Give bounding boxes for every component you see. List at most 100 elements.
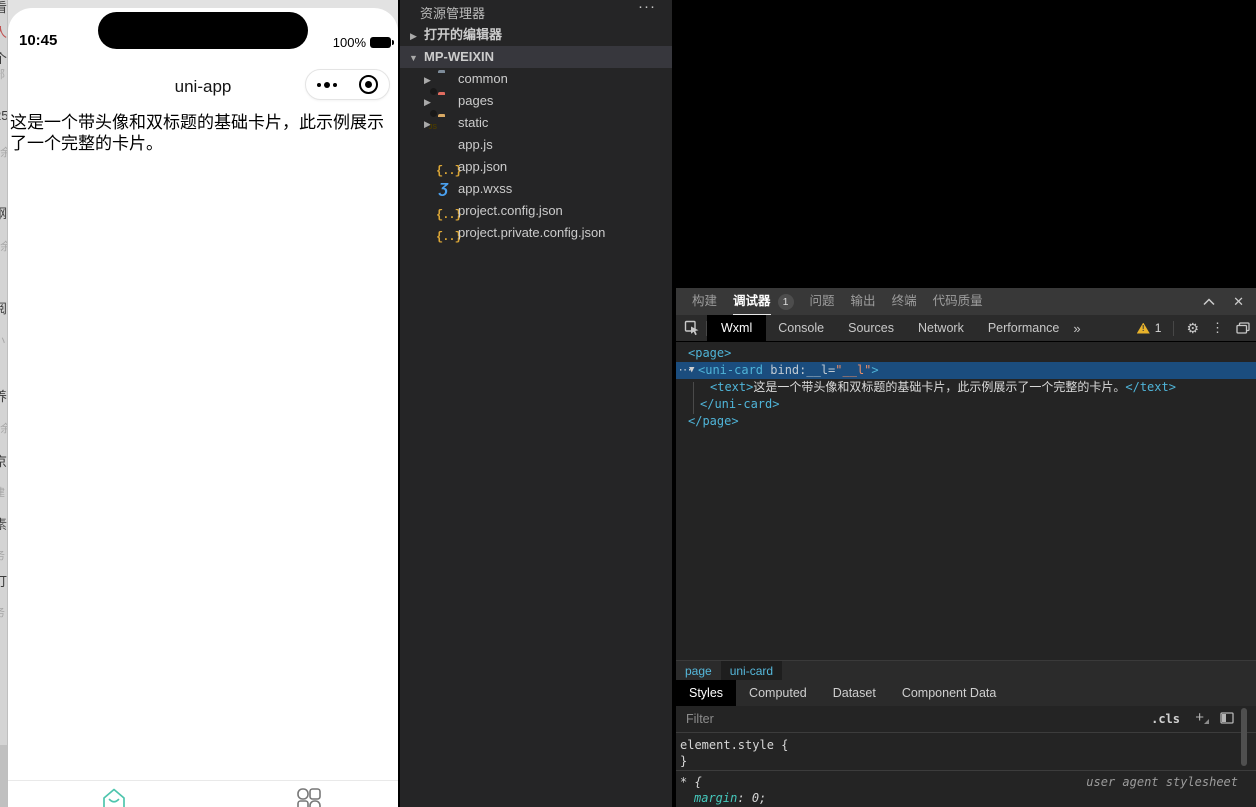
wxml-tree: <page> ··· ▼ <uni-card bind:__l="__l"> <… bbox=[676, 342, 1256, 660]
warnings-indicator[interactable]: 1 bbox=[1136, 321, 1162, 335]
explorer-more-icon[interactable]: ··· bbox=[638, 0, 656, 15]
tree-item-label: app.js bbox=[458, 137, 493, 152]
tab-sources[interactable]: Sources bbox=[836, 315, 906, 341]
breadcrumb-page[interactable]: page bbox=[676, 661, 721, 681]
home-tab-icon[interactable] bbox=[100, 787, 128, 807]
warning-count: 1 bbox=[1154, 321, 1162, 335]
miniprogram-capsule[interactable] bbox=[305, 69, 390, 100]
collapse-panel-icon[interactable] bbox=[1203, 297, 1215, 306]
tag-token: </text> bbox=[1125, 380, 1176, 394]
tree-item-common[interactable]: ▶ common bbox=[400, 68, 672, 90]
toggle-sidebar-icon[interactable] bbox=[1220, 712, 1234, 724]
tree-item-app-json[interactable]: {..} app.json bbox=[400, 156, 672, 178]
ua-rule-selector[interactable]: * { bbox=[680, 774, 702, 790]
collapse-arrow-icon[interactable]: ▶ bbox=[424, 69, 431, 91]
bg-text-fragment: 小 bbox=[0, 332, 7, 348]
tree-item-label: project.private.config.json bbox=[458, 225, 606, 240]
css-declaration[interactable]: margin: 0; bbox=[694, 790, 766, 806]
card-description-text: 这是一个带头像和双标题的基础卡片，此示例展示了一个完整的卡片。 bbox=[10, 113, 384, 153]
explorer-panel: 资源管理器 ··· ▶ 打开的编辑器 ▼ MP-WEIXIN ▶ common … bbox=[400, 0, 672, 807]
tag-token: <uni-card bbox=[698, 363, 764, 377]
collapse-arrow-icon[interactable]: ▶ bbox=[424, 91, 431, 113]
wxml-node-page-open[interactable]: <page> bbox=[688, 345, 731, 362]
more-tabs-icon[interactable]: » bbox=[1073, 321, 1080, 336]
attr-value-token: "__l" bbox=[835, 363, 872, 377]
selector-token: * { bbox=[680, 775, 702, 789]
toggle-class-button[interactable]: .cls bbox=[1151, 712, 1180, 726]
tab-console[interactable]: Console bbox=[766, 315, 836, 341]
tree-item-project-private-config[interactable]: {..} project.private.config.json bbox=[400, 222, 672, 244]
section-mp-weixin[interactable]: ▼ MP-WEIXIN bbox=[400, 46, 672, 68]
collapse-arrow-icon[interactable]: ▶ bbox=[410, 25, 417, 47]
tree-item-label: common bbox=[458, 71, 508, 86]
bg-text-fragment: 部 bbox=[0, 66, 7, 82]
breadcrumb-uni-card[interactable]: uni-card bbox=[720, 660, 783, 681]
dock-side-icon[interactable] bbox=[1236, 322, 1250, 334]
expand-arrow-icon[interactable]: ▼ bbox=[689, 362, 694, 379]
tab-build[interactable]: 构建 bbox=[692, 288, 717, 315]
background-window-strip: 看 人 个 部 25 0余 钢 4余 阅 小 养 4余 京 建 素 务 订 务 bbox=[0, 0, 8, 807]
status-time: 10:45 bbox=[19, 32, 58, 49]
filter-input[interactable] bbox=[686, 710, 1126, 728]
kebab-menu-icon[interactable]: ⋮ bbox=[1211, 320, 1224, 336]
inspect-element-icon[interactable] bbox=[684, 320, 700, 336]
tab-component-data[interactable]: Component Data bbox=[889, 680, 1010, 706]
tab-computed[interactable]: Computed bbox=[736, 680, 820, 706]
wxml-node-text[interactable]: <text>这是一个带头像和双标题的基础卡片，此示例展示了一个完整的卡片。</t… bbox=[710, 379, 1176, 396]
indent-guide bbox=[693, 382, 694, 414]
bg-text-fragment: 养 bbox=[0, 386, 7, 405]
tab-styles[interactable]: Styles bbox=[676, 680, 737, 706]
bg-scroll-block bbox=[0, 745, 7, 807]
bg-text-fragment: 京 bbox=[0, 451, 7, 470]
tree-item-pages[interactable]: ▶ pages bbox=[400, 90, 672, 112]
tab-output[interactable]: 输出 bbox=[851, 288, 876, 315]
settings-gear-icon[interactable]: ⚙ bbox=[1186, 320, 1199, 337]
bg-text-fragment: 4余 bbox=[0, 420, 7, 436]
element-style-selector[interactable]: element.style { bbox=[680, 737, 788, 753]
close-record-icon[interactable] bbox=[359, 75, 378, 94]
phone-tabbar bbox=[8, 780, 398, 807]
bg-text-fragment: 看 bbox=[0, 0, 7, 16]
tab-debugger[interactable]: 调试器 bbox=[733, 288, 771, 315]
wxml-node-unicard-close[interactable]: </uni-card> bbox=[700, 396, 779, 413]
section-open-editors[interactable]: ▶ 打开的编辑器 bbox=[400, 24, 672, 46]
tree-item-static[interactable]: ▶ static bbox=[400, 112, 672, 134]
tab-performance[interactable]: Performance bbox=[976, 315, 1072, 341]
tab-code-quality[interactable]: 代码质量 bbox=[933, 288, 983, 315]
element-style-close: } bbox=[680, 754, 688, 768]
phone-notch bbox=[98, 12, 308, 49]
tree-item-project-config[interactable]: {..} project.config.json bbox=[400, 200, 672, 222]
tab-dataset[interactable]: Dataset bbox=[820, 680, 889, 706]
tab-terminal[interactable]: 终端 bbox=[892, 288, 917, 315]
more-menu-icon[interactable] bbox=[317, 81, 337, 88]
tree-item-app-wxss[interactable]: Ʒ app.wxss bbox=[400, 178, 672, 200]
bg-text-fragment: 4余 bbox=[0, 238, 7, 254]
bg-text-fragment: 钢 bbox=[0, 203, 7, 222]
wxml-node-selected[interactable]: ··· ▼ <uni-card bind:__l="__l"> bbox=[676, 362, 1256, 379]
attr-name-token: bind:__l= bbox=[763, 363, 836, 377]
styles-filter-bar: .cls + bbox=[676, 706, 1256, 733]
debugger-badge: 1 bbox=[777, 293, 794, 310]
debugger-topbar: 构建 调试器 1 问题 输出 终端 代码质量 ✕ bbox=[676, 288, 1256, 315]
new-style-rule-button[interactable]: + bbox=[1195, 709, 1209, 726]
battery-icon bbox=[370, 37, 394, 48]
tab-wxml[interactable]: Wxml bbox=[707, 315, 767, 341]
css-separator: : bbox=[737, 791, 752, 805]
wxml-node-page-close[interactable]: </page> bbox=[688, 413, 739, 430]
tag-token: <text> bbox=[710, 380, 754, 394]
tree-item-label: static bbox=[458, 115, 489, 130]
tab-network[interactable]: Network bbox=[906, 315, 976, 341]
components-tab-icon[interactable] bbox=[295, 787, 323, 807]
section-label: MP-WEIXIN bbox=[424, 49, 495, 64]
text-content-token: 这是一个带头像和双标题的基础卡片，此示例展示了一个完整的卡片。 bbox=[753, 380, 1126, 394]
tree-item-label: project.config.json bbox=[458, 203, 563, 218]
divider bbox=[676, 770, 1256, 771]
bg-text-fragment: 务 bbox=[0, 547, 7, 563]
expand-arrow-icon[interactable]: ▼ bbox=[409, 47, 418, 69]
close-panel-icon[interactable]: ✕ bbox=[1233, 294, 1244, 310]
tab-problems[interactable]: 问题 bbox=[810, 288, 835, 315]
bg-text-fragment: 订 bbox=[0, 571, 7, 590]
bg-text-fragment: 素 bbox=[0, 514, 7, 533]
tree-item-app-js[interactable]: app.js bbox=[400, 134, 672, 156]
bg-text-fragment: 阅 bbox=[0, 298, 7, 317]
